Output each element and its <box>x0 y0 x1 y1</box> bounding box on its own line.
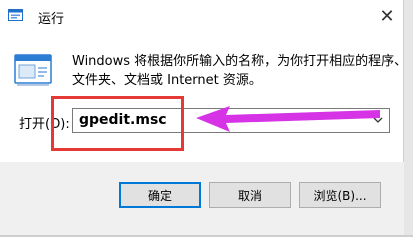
run-app-icon <box>14 54 52 86</box>
close-icon: ✕ <box>379 5 395 27</box>
run-icon <box>8 9 23 21</box>
highlight-box <box>51 96 184 151</box>
window-title: 运行 <box>38 12 65 27</box>
browse-button[interactable]: 浏览(B)... <box>299 182 381 208</box>
ok-button[interactable]: 确定 <box>119 182 201 208</box>
pointer-arrow <box>196 106 380 132</box>
description-line-2: 文件夹、文档或 Internet 资源。 <box>72 73 262 88</box>
title-bar[interactable]: 运行 ✕ <box>0 0 404 32</box>
description-line-1: Windows 将根据你所输入的名称，为你打开相应的程序、 <box>72 54 408 69</box>
window-edge-right <box>403 0 413 237</box>
description: Windows 将根据你所输入的名称，为你打开相应的程序、 文件夹、文档或 In… <box>72 52 408 90</box>
close-button[interactable]: ✕ <box>370 2 404 30</box>
cancel-button[interactable]: 取消 <box>209 182 291 208</box>
window-edge-bottom <box>0 235 413 237</box>
